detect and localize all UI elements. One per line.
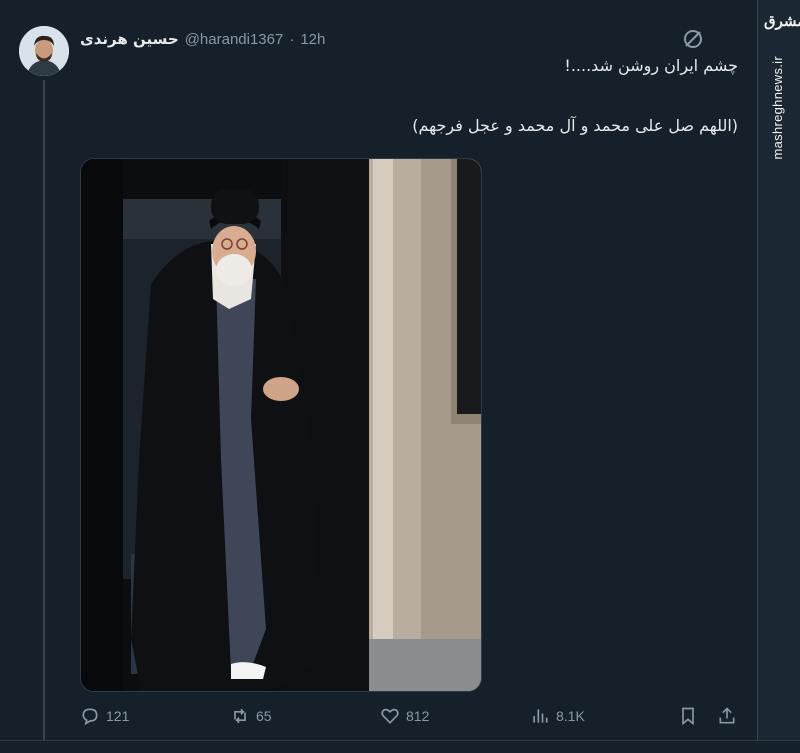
user-handle[interactable]: @harandi1367	[185, 31, 284, 48]
thread-line	[43, 80, 45, 745]
views-button[interactable]: 8.1K	[530, 706, 585, 726]
watermark-logo: مشرق	[764, 12, 800, 30]
avatar[interactable]	[19, 26, 69, 76]
like-icon	[381, 708, 399, 724]
views-icon	[533, 709, 548, 723]
tweet-text-line-2: (اللهم صل علی محمد و آل محمد و عجل فرجهم…	[412, 116, 738, 135]
like-count: 812	[406, 708, 430, 724]
watermark-strip: مشرق mashreghnews.ir	[757, 0, 800, 753]
tweet-photo[interactable]	[80, 158, 482, 692]
photo-image	[81, 159, 481, 691]
repost-count: 65	[256, 708, 272, 724]
tweet-actions: 121 65 812 8.1K	[80, 706, 740, 734]
display-name[interactable]: حسین هرندی	[80, 30, 179, 48]
bookmark-icon	[682, 707, 694, 726]
like-button[interactable]: 812	[380, 706, 429, 726]
separator-dot: ·	[289, 30, 295, 48]
tweet-text-line-1: چشم ایران روشن شد....!	[564, 56, 738, 75]
watermark: مشرق mashreghnews.ir	[764, 8, 800, 160]
grok-icon[interactable]	[681, 27, 705, 51]
share-icon	[719, 707, 735, 724]
avatar-image	[19, 26, 69, 76]
bookmark-button[interactable]	[678, 706, 698, 726]
repost-button[interactable]: 65	[230, 706, 272, 726]
reply-count: 121	[106, 708, 130, 724]
timestamp[interactable]: 12h	[300, 31, 325, 48]
reply-icon	[82, 708, 98, 726]
repost-icon	[234, 708, 246, 724]
views-count: 8.1K	[556, 708, 585, 724]
reply-button[interactable]: 121	[80, 706, 129, 726]
tweet-header: حسین هرندی @harandi1367 · 12h	[80, 28, 325, 50]
share-button[interactable]	[717, 706, 737, 726]
watermark-site: mashreghnews.ir	[770, 56, 785, 160]
bottom-border	[0, 740, 800, 753]
